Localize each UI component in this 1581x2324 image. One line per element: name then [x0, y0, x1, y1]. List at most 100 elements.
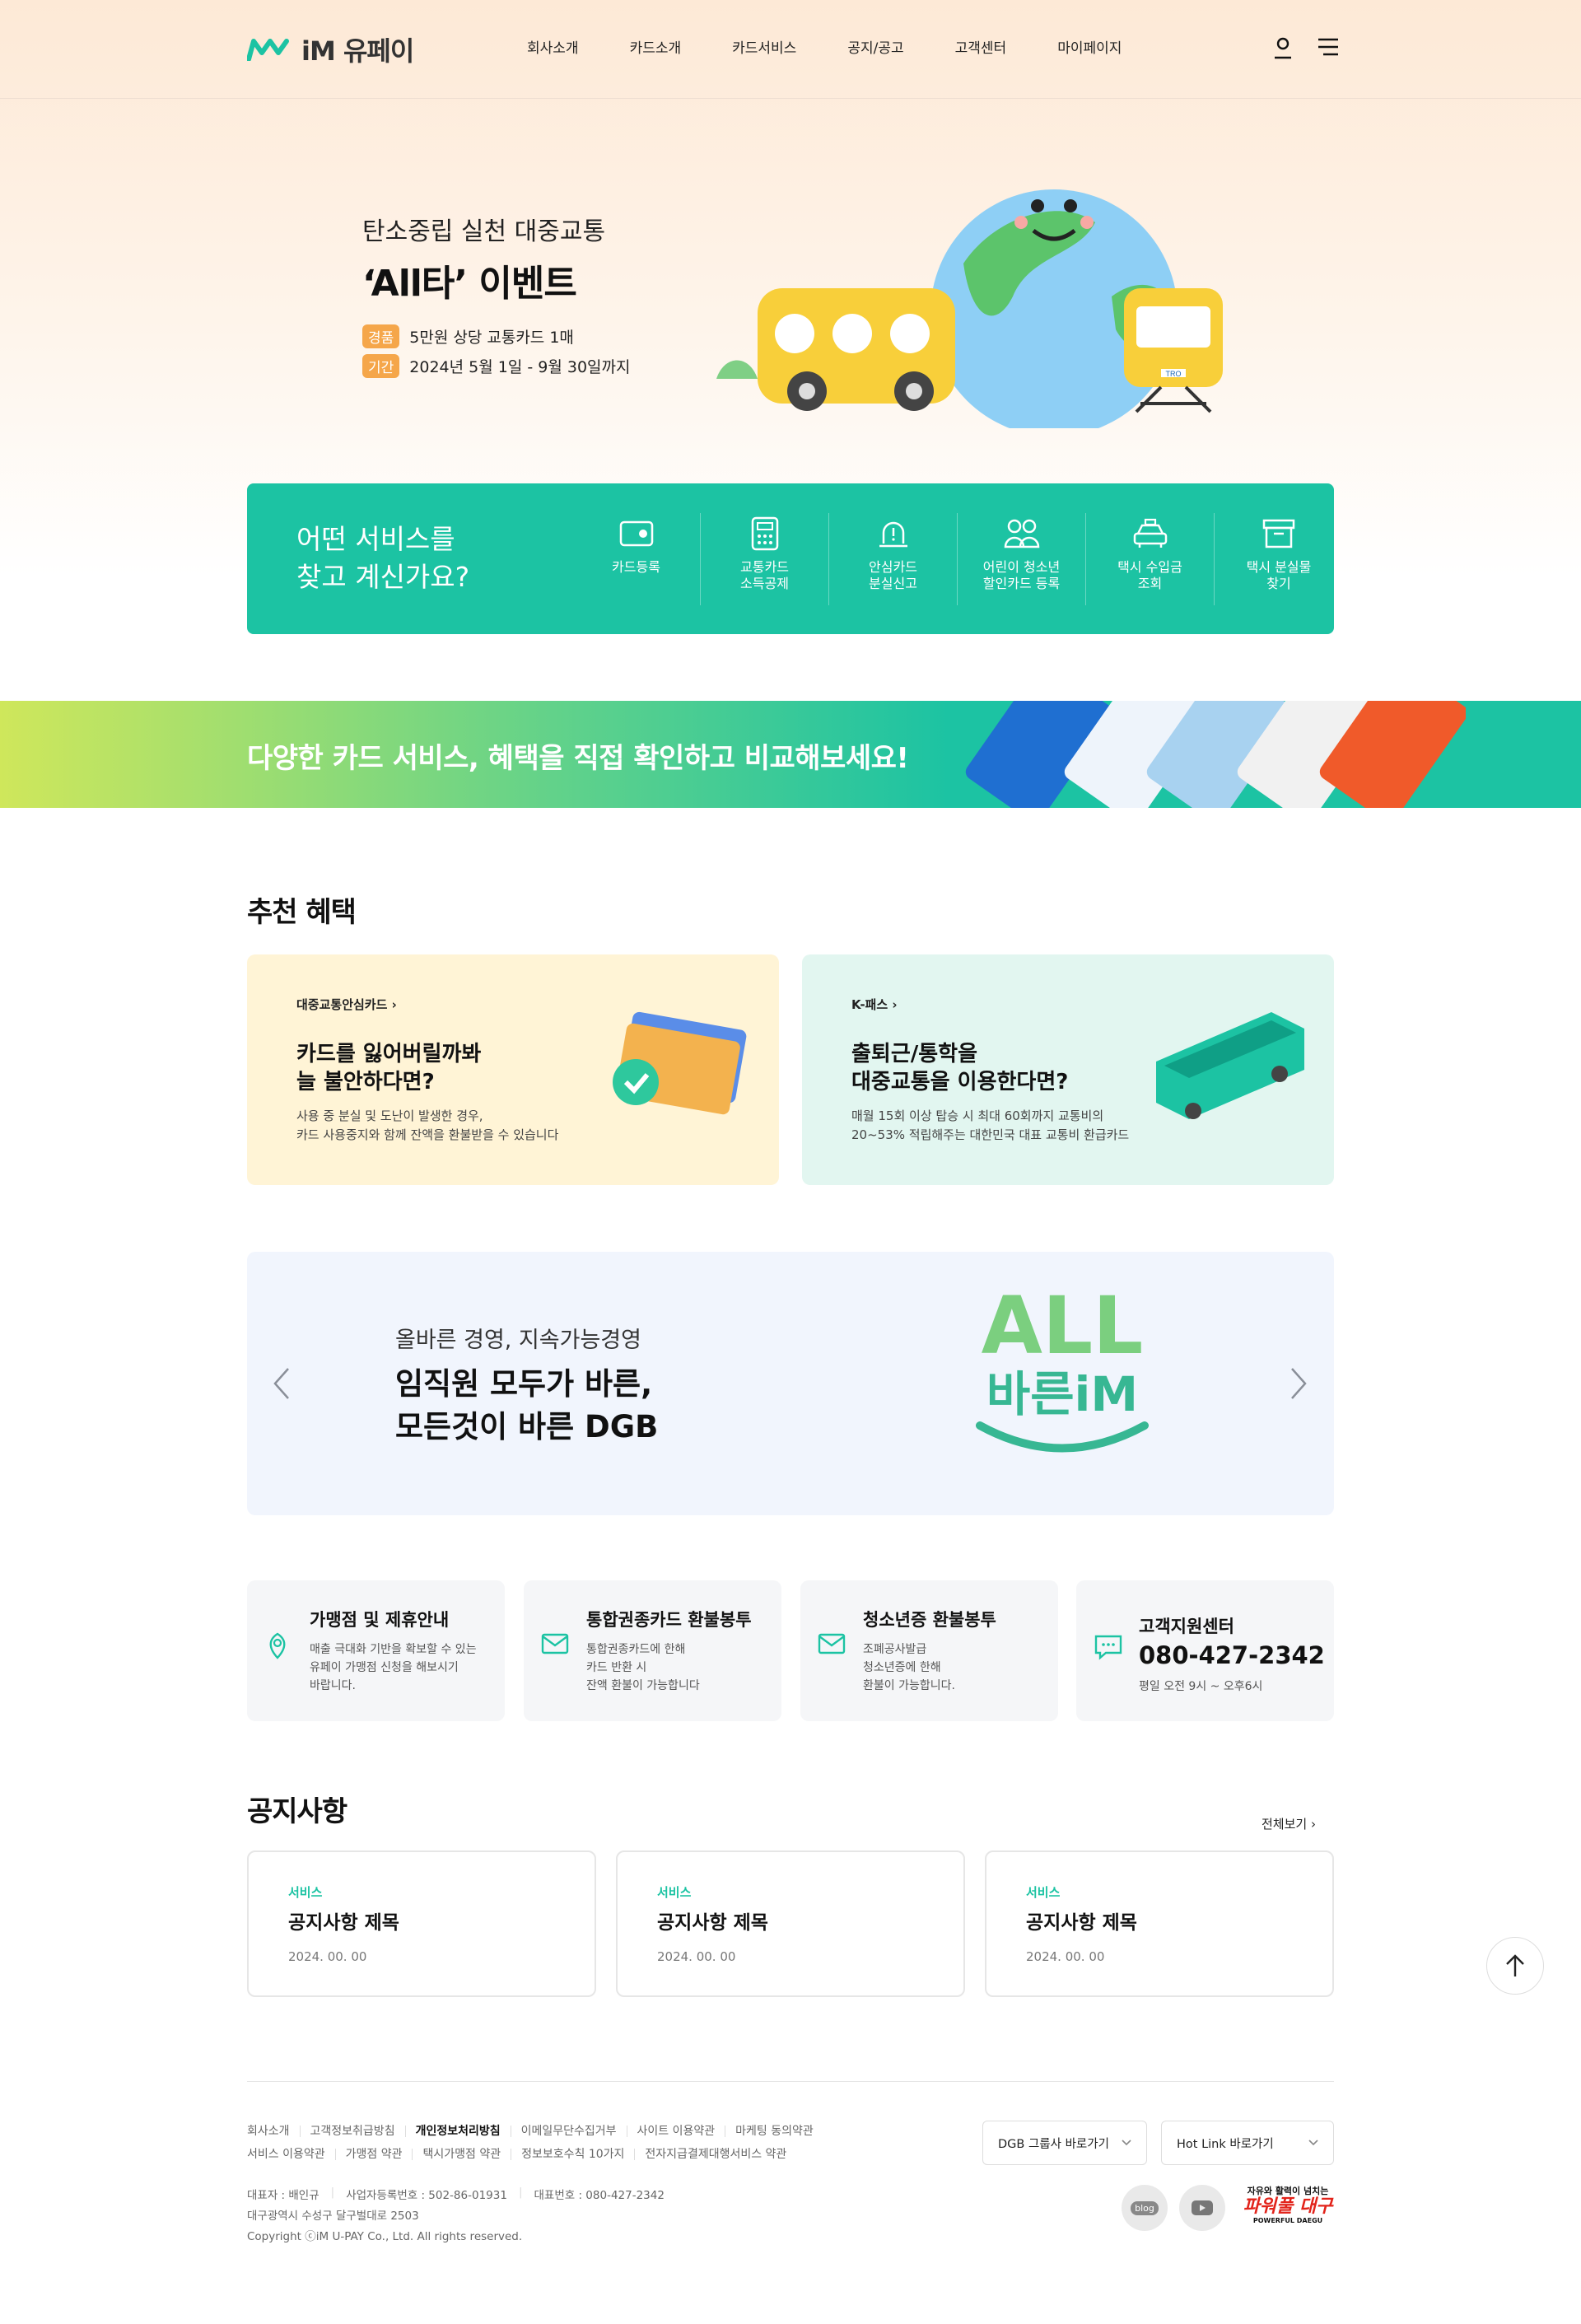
footer-link[interactable]: 회사소개: [247, 2126, 301, 2137]
esg-sub: 올바른 경영, 지속가능경영: [395, 1328, 641, 1353]
site-header: iM 유페이 회사소개 카드소개 카드서비스 공지/공고 고객센터 마이페이지: [0, 0, 1581, 99]
calculator-icon: [751, 516, 778, 551]
info-card-refund-youth[interactable]: 청소년증 환불봉투 조폐공사발급 청소년증에 한해 환불이 가능합니다.: [800, 1580, 1058, 1721]
benefit-card-kpass[interactable]: K-패스 › 출퇴근/통학을 대중교통을 이용한다면? 매월 15회 이상 탑승…: [802, 954, 1334, 1185]
blog-icon[interactable]: blog: [1122, 2185, 1168, 2231]
mail-icon: [818, 1633, 846, 1654]
info-desc-line: 통합권종카드에 한해: [586, 1643, 686, 1656]
nav-company[interactable]: 회사소개: [527, 36, 579, 57]
service-tax-deduction[interactable]: 교통카드 소득공제: [701, 513, 829, 605]
footer-link-privacy[interactable]: 개인정보처리방침: [406, 2126, 511, 2137]
notice-category: 서비스: [1026, 1885, 1061, 1900]
footer-link[interactable]: 사이트 이용약관: [627, 2126, 726, 2137]
footer-link[interactable]: 이메일무단수집거부: [511, 2126, 627, 2137]
mail-icon: [541, 1633, 569, 1654]
info-desc-line: 매출 극대화 기반을 확보할 수 있는: [310, 1643, 477, 1656]
service-label: 어린이 청소년: [982, 559, 1061, 575]
benefit-card-safe[interactable]: 대중교통안심카드 › 카드를 잃어버릴까봐 늘 불안하다면? 사용 중 분실 및…: [247, 954, 779, 1185]
notice-date: 2024. 00. 00: [657, 1949, 736, 1964]
menu-icon[interactable]: [1317, 36, 1340, 58]
nav-mypage[interactable]: 마이페이지: [1057, 36, 1122, 57]
notice-title: 공지사항 제목: [288, 1912, 399, 1934]
footer-link[interactable]: 전자지급결제대행서비스 약관: [635, 2149, 796, 2160]
nav-cards[interactable]: 카드소개: [630, 36, 682, 57]
logo-all-text: ALL: [981, 1280, 1144, 1372]
bus-illustration: [1156, 1012, 1304, 1119]
benefit-desc-line1: 사용 중 분실 및 도난이 발생한 경우,: [296, 1108, 483, 1123]
benefit-title-line2: 대중교통을 이용한다면?: [851, 1070, 1069, 1094]
next-arrow-icon[interactable]: [1289, 1367, 1308, 1400]
info-card-support[interactable]: 고객지원센터 080-427-2342 평일 오전 9시 ~ 오후6시: [1076, 1580, 1334, 1721]
bizno-text: 사업자등록번호 : 502-86-01931: [346, 2189, 507, 2202]
notices-title: 공지사항: [247, 1795, 347, 1828]
taxi-icon: [1133, 518, 1167, 548]
benefit-label: K-패스 ›: [851, 996, 898, 1013]
hero-period-row: 기간 2024년 5월 1일 - 9월 30일까지: [362, 354, 631, 378]
info-card-merchant[interactable]: 가맹점 및 제휴안내 매출 극대화 기반을 확보할 수 있는 유페이 가맹점 신청…: [247, 1580, 505, 1721]
nav-customer-center[interactable]: 고객센터: [955, 36, 1007, 57]
notice-card[interactable]: 서비스 공지사항 제목 2024. 00. 00: [247, 1850, 596, 1997]
prize-text: 5만원 상당 교통카드 1매: [409, 329, 574, 347]
service-label: 안심카드: [869, 559, 917, 575]
service-label: 택시 수입금: [1117, 559, 1182, 575]
footer-divider: [247, 2081, 1334, 2082]
info-desc: 매출 극대화 기반을 확보할 수 있는 유페이 가맹점 신청을 해보시기 바랍니다.: [310, 1640, 477, 1695]
service-label: 교통카드: [740, 559, 789, 575]
scroll-top-button[interactable]: [1486, 1937, 1544, 1995]
period-tag: 기간: [362, 354, 400, 378]
benefit-desc: 매월 15회 이상 탑승 시 최대 60회까지 교통비의 20~53% 적립해주…: [851, 1107, 1129, 1145]
cards-illustration: [965, 701, 1466, 808]
service-card-register[interactable]: 카드등록: [572, 513, 701, 605]
hero-illustration: TRO: [716, 189, 1223, 428]
notice-card[interactable]: 서비스 공지사항 제목 2024. 00. 00: [985, 1850, 1334, 1997]
info-title: 청소년증 환불봉투: [863, 1610, 996, 1630]
powerful-daegu-logo: 자유와 활력이 넘치는 파워풀 대구 POWERFUL DAEGU: [1242, 2184, 1334, 2224]
chevron-right-icon: ›: [892, 997, 898, 1012]
footer-links-row2: 서비스 이용약관 가맹점 약관 택시가맹점 약관 정보보호수칙 10가지 전자지…: [247, 2149, 796, 2160]
info-desc-line: 조폐공사발급: [863, 1643, 927, 1656]
prize-tag: 경품: [362, 324, 400, 348]
nav-notices[interactable]: 공지/공고: [847, 36, 903, 57]
footer-link[interactable]: 서비스 이용약관: [247, 2149, 336, 2160]
service-taxi-lost[interactable]: 택시 분실물 찾기: [1215, 513, 1343, 605]
service-label: 택시 분실물: [1246, 559, 1312, 575]
notices-more-label: 전체보기: [1262, 1817, 1308, 1832]
brand-name: iM 유페이: [301, 35, 414, 67]
service-taxi-income[interactable]: 택시 수입금 조회: [1086, 513, 1215, 605]
daegu-title: 파워풀 대구: [1243, 2196, 1333, 2217]
benefit-title-line1: 카드를 잃어버릴까봐: [296, 1042, 482, 1066]
prev-arrow-icon[interactable]: [272, 1367, 291, 1400]
footer-link[interactable]: 고객정보취급방침: [301, 2126, 406, 2137]
daegu-slogan: 자유와 활력이 넘치는: [1247, 2186, 1329, 2196]
notices-more-link[interactable]: 전체보기 ›: [1262, 1815, 1316, 1832]
info-card-refund-integrated[interactable]: 통합권종카드 환불봉투 통합권종카드에 한해 카드 반환 시 잔액 환불이 가능합니…: [524, 1580, 781, 1721]
copyright-text: Copyright ⓒiM U-PAY Co., Ltd. All rights…: [247, 2230, 523, 2243]
nav-card-services[interactable]: 카드서비스: [732, 36, 796, 57]
youtube-icon[interactable]: [1179, 2185, 1225, 2231]
chat-icon: [1094, 1635, 1122, 1660]
service-lost-report[interactable]: 안심카드 분실신고: [829, 513, 958, 605]
site-logo[interactable]: iM 유페이: [247, 33, 414, 67]
footer-link[interactable]: 가맹점 약관: [336, 2149, 413, 2160]
ceo-text: 대표자 : 배인규: [247, 2189, 319, 2202]
card-register-icon: [619, 520, 653, 547]
footer-link[interactable]: 정보보호수칙 10가지: [511, 2149, 636, 2160]
svg-text:TRO: TRO: [1166, 370, 1182, 378]
footer-link[interactable]: 마케팅 동의약관: [725, 2126, 823, 2137]
all-barun-logo: ALL 바른iM: [972, 1285, 1153, 1458]
header-actions: [1272, 36, 1340, 59]
footer-links-row1: 회사소개 고객정보취급방침 개인정보처리방침 이메일무단수집거부 사이트 이용약…: [247, 2126, 823, 2137]
hotlink-select[interactable]: Hot Link 바로가기: [1161, 2121, 1334, 2165]
service-discount-card[interactable]: 어린이 청소년 할인카드 등록: [958, 513, 1086, 605]
arrow-up-icon: [1506, 1954, 1524, 1976]
notice-card[interactable]: 서비스 공지사항 제목 2024. 00. 00: [616, 1850, 965, 1997]
card-shield-illustration: [613, 1011, 747, 1115]
info-title: 고객지원센터: [1139, 1617, 1234, 1636]
card-compare-banner[interactable]: 다양한 카드 서비스, 혜택을 직접 확인하고 비교해보세요!: [0, 701, 1581, 808]
footer-link[interactable]: 택시가맹점 약관: [413, 2149, 512, 2160]
user-icon[interactable]: [1272, 36, 1294, 59]
esg-title-line1: 임직원 모두가 바른,: [395, 1366, 653, 1402]
service-label: 조회: [1137, 576, 1163, 591]
dgb-group-select[interactable]: DGB 그룹사 바로가기: [982, 2121, 1147, 2165]
notice-category: 서비스: [288, 1885, 323, 1900]
